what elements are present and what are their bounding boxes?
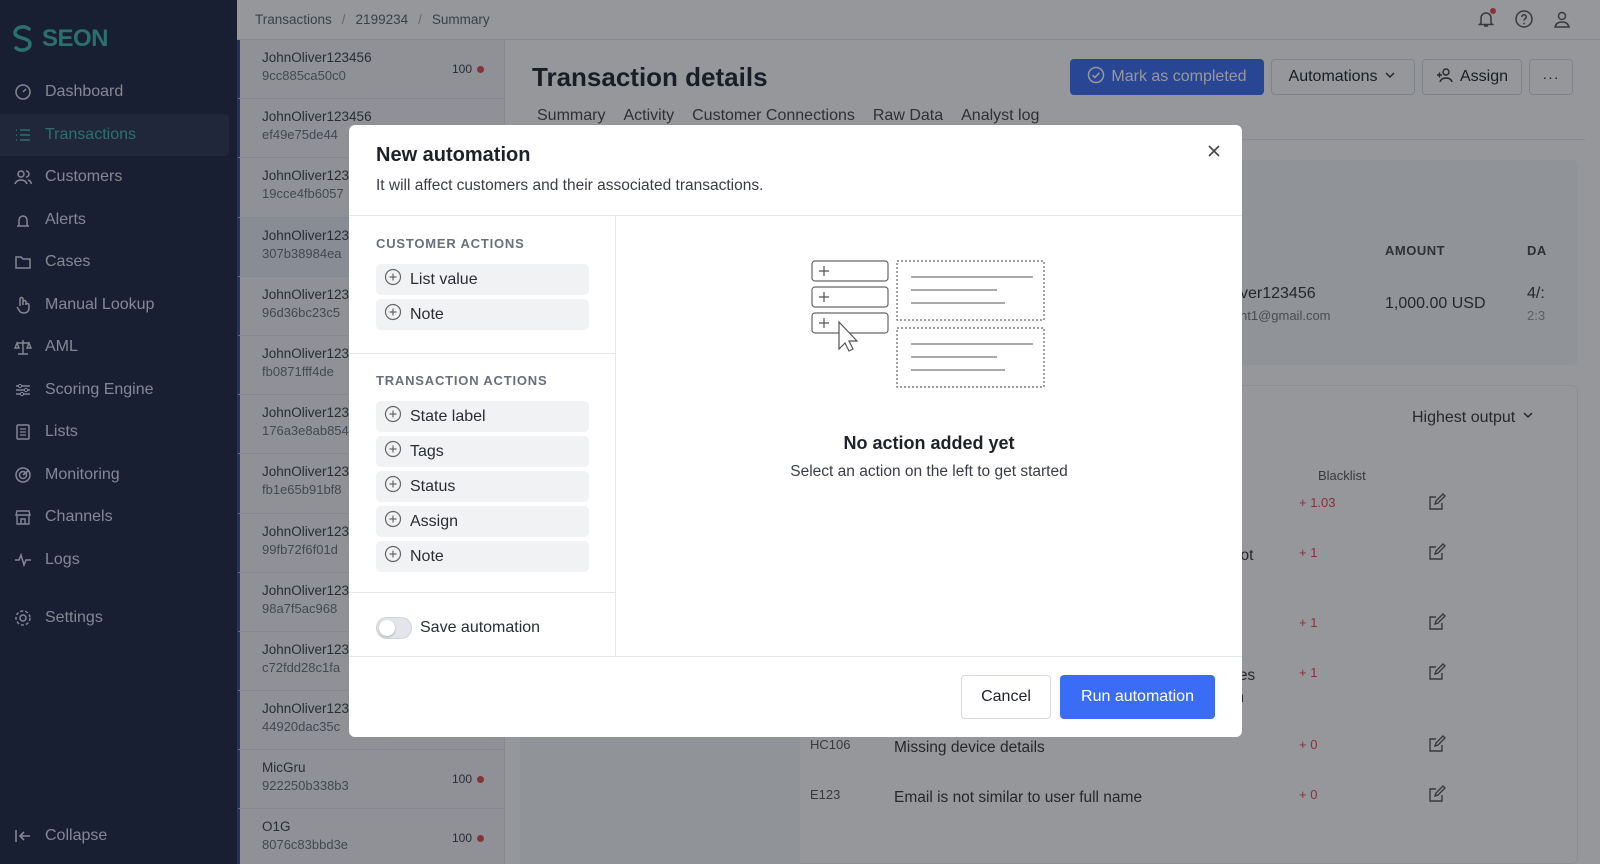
modal-footer: Cancel Run automation	[349, 656, 1242, 737]
add-note-action[interactable]: Note	[376, 299, 589, 330]
modal-title: New automation	[376, 144, 531, 166]
plus-circle-icon	[384, 510, 402, 533]
empty-state-illustration	[811, 260, 1045, 388]
add-note-action[interactable]: Note	[376, 541, 589, 572]
actions-panel: CUSTOMER ACTIONS TRANSACTION ACTIONS Sav…	[349, 216, 616, 656]
add-assign-action[interactable]: Assign	[376, 506, 589, 537]
new-automation-modal: New automation It will affect customers …	[349, 125, 1242, 737]
plus-circle-icon	[384, 405, 402, 428]
cancel-button[interactable]: Cancel	[961, 675, 1051, 719]
run-automation-button[interactable]: Run automation	[1060, 675, 1215, 719]
add-list-value-action[interactable]: List value	[376, 264, 589, 295]
empty-state-title: No action added yet	[843, 433, 1015, 453]
add-state-label-action[interactable]: State label	[376, 401, 589, 432]
action-label: State label	[410, 407, 486, 425]
add-tags-action[interactable]: Tags	[376, 436, 589, 467]
run-automation-label: Run automation	[1081, 688, 1194, 705]
save-automation-toggle[interactable]	[376, 617, 412, 639]
modal-subtitle: It will affect customers and their assoc…	[376, 177, 764, 194]
action-label: Note	[410, 547, 444, 565]
plus-circle-icon	[384, 440, 402, 463]
save-automation-label: Save automation	[420, 619, 541, 636]
action-label: Note	[410, 305, 444, 323]
transaction-actions-title: TRANSACTION ACTIONS	[376, 373, 548, 388]
action-label: List value	[410, 270, 478, 288]
close-icon[interactable]	[1204, 141, 1224, 161]
plus-circle-icon	[384, 545, 402, 568]
plus-circle-icon	[384, 303, 402, 326]
action-label: Status	[410, 477, 456, 495]
action-label: Assign	[410, 512, 459, 530]
customer-actions-title: CUSTOMER ACTIONS	[376, 236, 525, 251]
add-status-action[interactable]: Status	[376, 471, 589, 502]
action-label: Tags	[410, 442, 444, 460]
plus-circle-icon	[384, 475, 402, 498]
empty-state-subtitle: Select an action on the left to get star…	[790, 463, 1068, 480]
plus-circle-icon	[384, 268, 402, 291]
cancel-label: Cancel	[981, 688, 1031, 705]
